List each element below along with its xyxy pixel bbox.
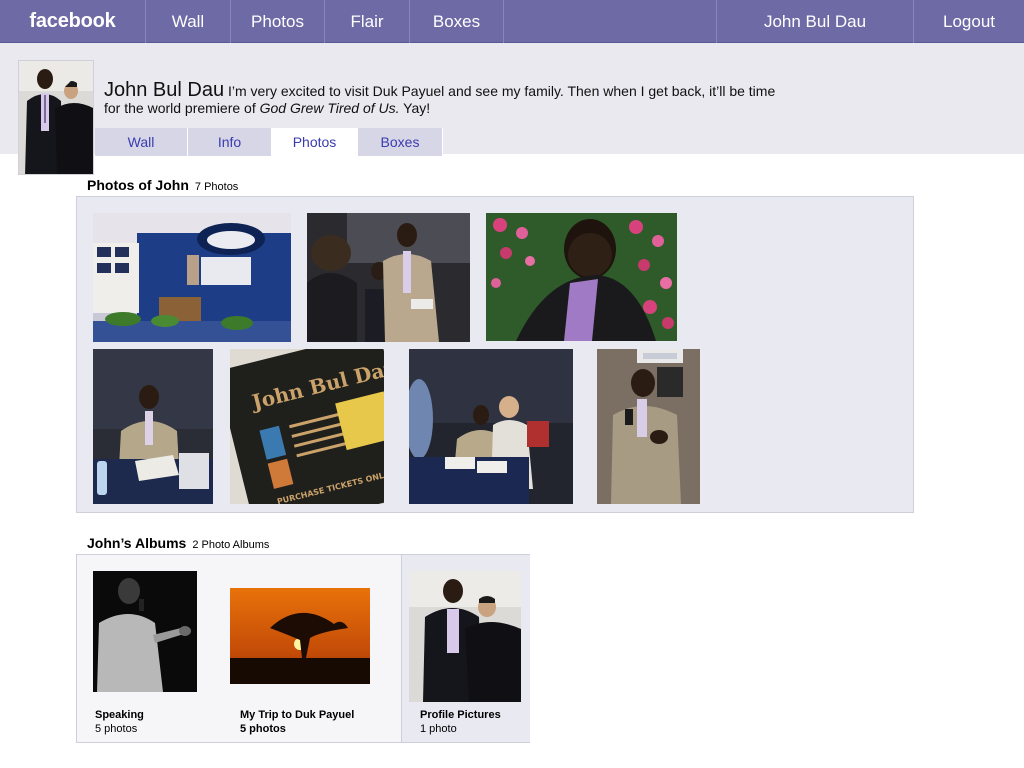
status-text-line1: I’m very excited to visit Duk Payuel and…: [227, 83, 776, 99]
photo-image-3: [486, 213, 677, 341]
top-nav: facebook Wall Photos Flair Boxes John Bu…: [0, 0, 1024, 43]
photo-thumbnail-6[interactable]: [409, 349, 573, 504]
photo-image-2: [307, 213, 470, 342]
album-image-profile-pictures: [409, 571, 521, 702]
nav-user[interactable]: John Bul Dau: [716, 0, 914, 43]
logout-link[interactable]: Logout: [914, 0, 1024, 43]
photo-thumbnail-2[interactable]: [307, 213, 470, 342]
tab-wall[interactable]: Wall: [95, 128, 188, 156]
photo-thumbnail-3[interactable]: [486, 213, 677, 341]
album-count-profile-pictures: 1 photo: [420, 723, 457, 735]
album-label-speaking: Speaking 5 photos: [95, 708, 144, 736]
album-image-duk-payuel: [230, 588, 370, 684]
album-count-speaking: 5 photos: [95, 723, 138, 735]
photos-count: 7 Photos: [194, 181, 239, 193]
album-count-duk-payuel: 5 photos: [240, 723, 286, 735]
album-cover-profile-pictures[interactable]: [409, 571, 521, 702]
albums-section-title: John’s Albums: [87, 535, 187, 551]
photo-thumbnail-5[interactable]: John Bul Dau PURCHASE TICKETS ONLINE: [230, 349, 384, 504]
album-title-duk-payuel[interactable]: My Trip to Duk Payuel: [240, 708, 354, 722]
photo-thumbnail-4[interactable]: [93, 349, 213, 504]
profile-status: John Bul Dau I’m very excited to visit D…: [104, 79, 804, 117]
tab-boxes[interactable]: Boxes: [358, 128, 443, 156]
photo-thumbnail-7[interactable]: [597, 349, 700, 504]
nav-boxes[interactable]: Boxes: [410, 0, 504, 43]
nav-photos[interactable]: Photos: [231, 0, 325, 43]
album-cover-duk-payuel[interactable]: [230, 588, 370, 684]
status-text-emph: God Grew Tired of Us.: [259, 100, 400, 116]
album-title-speaking[interactable]: Speaking: [95, 708, 144, 722]
photo-image-7: [597, 349, 700, 504]
nav-flair[interactable]: Flair: [325, 0, 410, 43]
tab-info[interactable]: Info: [188, 128, 272, 156]
album-cover-speaking[interactable]: [93, 571, 197, 692]
status-text-pre: for the world premiere of: [104, 100, 260, 116]
photos-section-title: Photos of John: [87, 177, 189, 193]
album-label-profile-pictures: Profile Pictures 1 photo: [420, 708, 501, 736]
albums-section-header: John’s Albums 2 Photo Albums: [87, 535, 269, 551]
nav-wall[interactable]: Wall: [146, 0, 231, 43]
status-text-post: Yay!: [399, 100, 431, 116]
photos-section-header: Photos of John 7 Photos: [87, 177, 238, 193]
photo-image-4: [93, 349, 213, 504]
profile-name[interactable]: John Bul Dau: [104, 79, 224, 101]
album-title-profile-pictures[interactable]: Profile Pictures: [420, 708, 501, 722]
photo-image-6: [409, 349, 573, 504]
profile-picture[interactable]: [18, 60, 94, 175]
photo-thumbnail-1[interactable]: [93, 213, 291, 342]
facebook-logo[interactable]: facebook: [0, 0, 146, 43]
album-label-duk-payuel: My Trip to Duk Payuel 5 photos: [240, 708, 354, 736]
album-image-speaking: [93, 571, 197, 692]
photo-image-1: [93, 213, 291, 342]
profile-photo-image: [19, 61, 93, 174]
albums-count: 2 Photo Albums: [192, 539, 270, 551]
photo-image-5: John Bul Dau PURCHASE TICKETS ONLINE: [230, 349, 384, 504]
tab-photos[interactable]: Photos: [272, 128, 358, 156]
